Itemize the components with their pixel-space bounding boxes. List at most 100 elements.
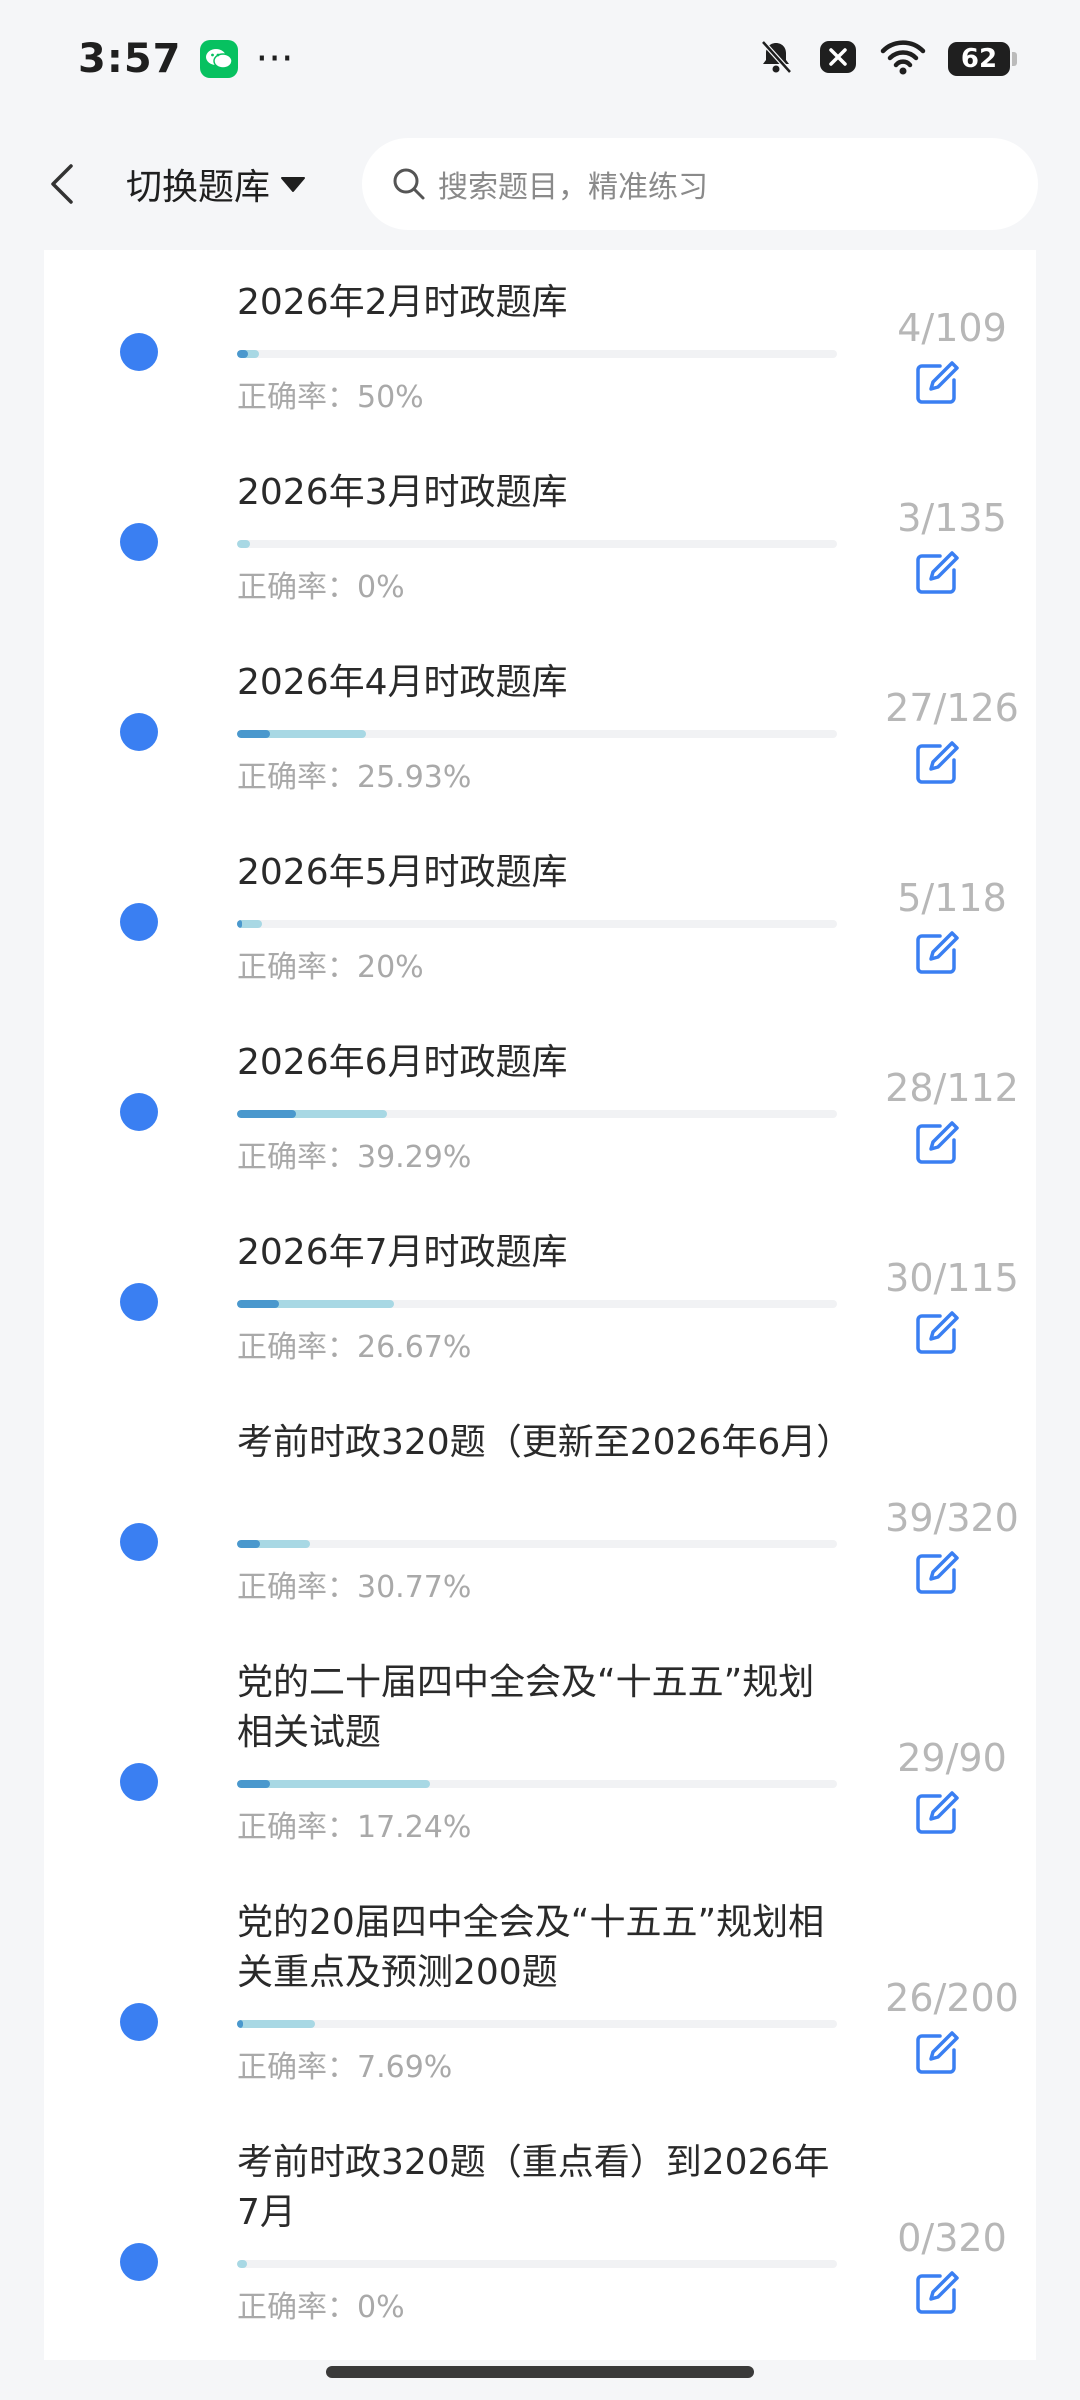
status-dot	[120, 333, 158, 371]
wechat-icon	[199, 40, 238, 78]
progress-count: 3/135	[897, 496, 1007, 540]
switch-bank-button[interactable]: 切换题库	[126, 158, 306, 210]
progress-correct	[237, 1300, 279, 1308]
accuracy-text: 正确率：17.24%	[237, 1802, 471, 1846]
progress-count: 0/320	[897, 2216, 1007, 2260]
search-placeholder: 搜索题目，精准练习	[438, 170, 709, 205]
status-dot	[120, 2003, 158, 2041]
caret-down-icon	[281, 177, 306, 192]
progress-bar	[237, 350, 837, 358]
bell-muted-icon	[756, 37, 796, 81]
progress-count: 30/115	[885, 1256, 1019, 1300]
edit-icon[interactable]	[912, 928, 962, 978]
status-time: 3:57	[78, 36, 182, 82]
accuracy-label: 正确率：	[237, 2050, 357, 2085]
battery-icon: 62	[948, 42, 1017, 76]
progress-bar	[237, 920, 837, 928]
bank-title: 党的二十届四中全会及“十五五”规划相关试题	[237, 1662, 815, 1753]
progress-count: 28/112	[885, 1066, 1019, 1110]
list-item[interactable]: 2026年7月时政题库 正确率：26.67% 30/115	[44, 1200, 1036, 1390]
accuracy-value: 20%	[357, 950, 424, 985]
edit-icon[interactable]	[912, 2268, 962, 2318]
wifi-icon	[880, 39, 926, 79]
progress-count: 4/109	[897, 306, 1007, 350]
progress-bar	[237, 1110, 837, 1118]
accuracy-label: 正确率：	[237, 2290, 357, 2325]
progress-count: 29/90	[897, 1736, 1007, 1780]
home-indicator[interactable]	[326, 2366, 754, 2378]
edit-icon[interactable]	[912, 1548, 962, 1598]
edit-icon[interactable]	[912, 1118, 962, 1168]
edit-icon[interactable]	[912, 2028, 962, 2078]
accuracy-label: 正确率：	[237, 1140, 357, 1175]
bank-title: 2026年4月时政题库	[237, 662, 568, 703]
accuracy-label: 正确率：	[237, 760, 357, 795]
accuracy-text: 正确率：26.67%	[237, 1322, 471, 1366]
status-dot	[120, 523, 158, 561]
status-dot	[120, 1283, 158, 1321]
edit-icon[interactable]	[912, 548, 962, 598]
status-dot	[120, 1093, 158, 1131]
progress-done	[237, 2020, 315, 2028]
list-item[interactable]: 考前时政320题（重点看）到2026年7月 正确率：0% 0/320	[44, 2110, 1036, 2350]
progress-bar	[237, 2020, 837, 2028]
accuracy-value: 25.93%	[357, 760, 472, 795]
progress-bar	[237, 1300, 837, 1308]
status-dot	[120, 903, 158, 941]
progress-count: 27/126	[885, 686, 1019, 730]
accuracy-text: 正确率：0%	[237, 2282, 405, 2326]
status-right: 62	[756, 37, 1017, 81]
search-input[interactable]: 搜索题目，精准练习	[362, 138, 1039, 230]
accuracy-label: 正确率：	[237, 1330, 357, 1365]
list-item[interactable]: 2026年6月时政题库 正确率：39.29% 28/112	[44, 1010, 1036, 1200]
accuracy-value: 39.29%	[357, 1140, 472, 1175]
back-button[interactable]	[40, 154, 84, 214]
list-item[interactable]: 党的二十届四中全会及“十五五”规划相关试题 正确率：17.24% 29/90	[44, 1630, 1036, 1870]
progress-correct	[237, 730, 271, 738]
progress-bar	[237, 540, 837, 548]
accuracy-value: 26.67%	[357, 1330, 472, 1365]
status-dot	[120, 2243, 158, 2281]
list-item[interactable]: 党的20届四中全会及“十五五”规划相关重点及预测200题 正确率：7.69% 2…	[44, 1870, 1036, 2110]
close-box-icon	[818, 39, 858, 79]
accuracy-value: 0%	[357, 570, 405, 605]
question-bank-list: 2026年2月时政题库 正确率：50% 4/109 2026年3月时政题库 正确…	[44, 250, 1036, 2360]
edit-icon[interactable]	[912, 1788, 962, 1838]
more-dots: ···	[255, 36, 294, 82]
list-item[interactable]: 考前时政320题（更新至2026年6月） 正确率：30.77% 39/320	[44, 1390, 1036, 1630]
progress-count: 39/320	[885, 1496, 1019, 1540]
accuracy-value: 50%	[357, 380, 424, 415]
progress-bar	[237, 730, 837, 738]
edit-icon[interactable]	[912, 738, 962, 788]
list-item[interactable]: 2026年2月时政题库 正确率：50% 4/109	[44, 250, 1036, 440]
accuracy-text: 正确率：50%	[237, 372, 424, 416]
status-dot	[120, 1523, 158, 1561]
progress-correct	[237, 1780, 271, 1788]
list-item[interactable]: 2026年5月时政题库 正确率：20% 5/118	[44, 820, 1036, 1010]
accuracy-label: 正确率：	[237, 380, 357, 415]
bank-title: 2026年6月时政题库	[237, 1042, 568, 1083]
accuracy-value: 7.69%	[357, 2050, 453, 2085]
accuracy-value: 30.77%	[357, 1570, 472, 1605]
list-item[interactable]: 2026年3月时政题库 正确率：0% 3/135	[44, 440, 1036, 630]
bank-title: 党的20届四中全会及“十五五”规划相关重点及预测200题	[237, 1902, 825, 1993]
accuracy-text: 正确率：30.77%	[237, 1562, 471, 1606]
search-icon	[393, 168, 425, 200]
progress-correct	[237, 1110, 296, 1118]
header: 切换题库 搜索题目，精准练习	[0, 118, 1080, 250]
bank-title: 2026年2月时政题库	[237, 282, 568, 323]
bank-title: 2026年7月时政题库	[237, 1232, 568, 1273]
progress-bar	[237, 1540, 837, 1548]
progress-correct	[237, 920, 243, 928]
edit-icon[interactable]	[912, 1308, 962, 1358]
progress-done	[237, 2260, 247, 2268]
edit-icon[interactable]	[912, 358, 962, 408]
accuracy-text: 正确率：20%	[237, 942, 424, 986]
accuracy-label: 正确率：	[237, 570, 357, 605]
status-dot	[120, 713, 158, 751]
list-item[interactable]: 2026年4月时政题库 正确率：25.93% 27/126	[44, 630, 1036, 820]
battery-level: 62	[960, 44, 998, 74]
status-dot	[120, 1763, 158, 1801]
accuracy-text: 正确率：7.69%	[237, 2042, 452, 2086]
accuracy-value: 17.24%	[357, 1810, 472, 1845]
